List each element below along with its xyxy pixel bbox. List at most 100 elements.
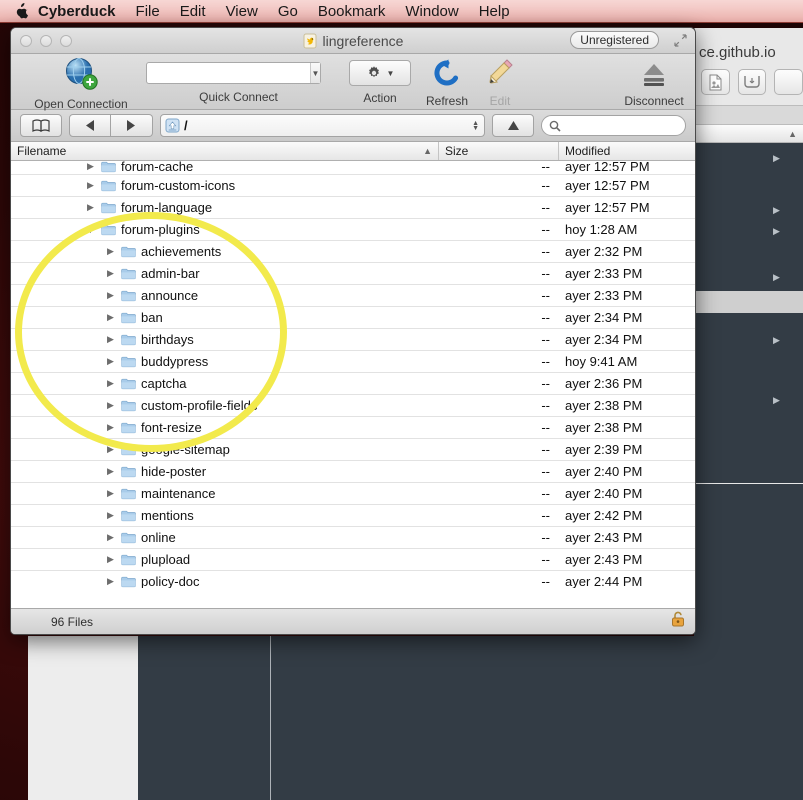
disclosure-triangle-closed-icon[interactable]: ▶ bbox=[105, 422, 116, 433]
file-name-cell[interactable]: ▶ forum-cache bbox=[11, 161, 438, 174]
file-name-cell[interactable]: ▶ buddypress bbox=[11, 354, 438, 369]
file-name-cell[interactable]: ▼ forum-plugins bbox=[11, 222, 438, 237]
disclosure-triangle-closed-icon[interactable]: ▶ bbox=[105, 488, 116, 499]
file-name-cell[interactable]: ▶ captcha bbox=[11, 376, 438, 391]
table-row[interactable]: ▶ google-sitemap -- ayer 2:39 PM bbox=[11, 439, 695, 461]
quick-connect-input[interactable] bbox=[147, 63, 310, 83]
search-input[interactable] bbox=[565, 118, 677, 133]
background-window-column-header[interactable]: ▲ bbox=[695, 125, 803, 143]
macos-menu-bar[interactable]: Cyberduck File Edit View Go Bookmark Win… bbox=[0, 0, 803, 23]
disclosure-triangle-open-icon[interactable]: ▼ bbox=[85, 225, 96, 235]
open-connection-button[interactable]: Open Connection bbox=[29, 57, 133, 111]
extra-toolbar-button[interactable] bbox=[774, 69, 803, 95]
file-name-cell[interactable]: ▶ google-sitemap bbox=[11, 442, 438, 457]
status-badge[interactable]: Unregistered bbox=[570, 31, 659, 49]
file-name-cell[interactable]: ▶ achievements bbox=[11, 244, 438, 259]
file-name-cell[interactable]: ▶ birthdays bbox=[11, 332, 438, 347]
table-row[interactable]: ▶ mentions -- ayer 2:42 PM bbox=[11, 505, 695, 527]
zoom-button[interactable] bbox=[60, 34, 72, 47]
table-row[interactable]: ▶ buddypress -- hoy 9:41 AM bbox=[11, 351, 695, 373]
file-name-cell[interactable]: ▶ forum-language bbox=[11, 200, 438, 215]
disclosure-triangle-closed-icon[interactable]: ▶ bbox=[105, 246, 116, 257]
disclosure-triangle-closed-icon[interactable]: ▶ bbox=[105, 378, 116, 389]
search-field[interactable] bbox=[541, 115, 686, 136]
back-button[interactable] bbox=[69, 114, 111, 137]
column-header-modified[interactable]: Modified bbox=[558, 142, 695, 160]
forward-button[interactable] bbox=[111, 114, 153, 137]
disclosure-triangle-closed-icon[interactable]: ▶ bbox=[105, 356, 116, 367]
close-button[interactable] bbox=[20, 34, 32, 47]
column-header-row[interactable]: Filename ▲ Size Modified bbox=[11, 142, 695, 161]
apple-logo-icon[interactable] bbox=[8, 2, 34, 20]
action-button-control[interactable]: ▼ bbox=[349, 60, 411, 86]
quick-connect-field[interactable]: ▼ bbox=[146, 62, 321, 84]
file-name-cell[interactable]: ▶ admin-bar bbox=[11, 266, 438, 281]
unlocked-padlock-icon[interactable] bbox=[671, 611, 685, 632]
menu-item-view[interactable]: View bbox=[216, 0, 268, 23]
disclosure-triangle-closed-icon[interactable]: ▶ bbox=[105, 334, 116, 345]
background-browser-window[interactable]: ce.github.io ▲ ▶ ▶ ▶ ▶ ▶ ▶ bbox=[694, 28, 803, 484]
table-row[interactable]: ▶ custom-profile-fields -- ayer 2:38 PM bbox=[11, 395, 695, 417]
file-list[interactable]: ▶ forum-cache -- ayer 12:57 PM ▶ forum-custom… bbox=[11, 161, 695, 588]
disclosure-triangle-closed-icon[interactable]: ▶ bbox=[105, 532, 116, 543]
table-row[interactable]: ▶ maintenance -- ayer 2:40 PM bbox=[11, 483, 695, 505]
table-row[interactable]: ▶ birthdays -- ayer 2:34 PM bbox=[11, 329, 695, 351]
history-nav-segmented[interactable] bbox=[69, 114, 153, 137]
file-name-cell[interactable]: ▶ policy-doc bbox=[11, 574, 438, 588]
menu-item-bookmark[interactable]: Bookmark bbox=[308, 0, 396, 23]
dropdown-arrow-icon[interactable]: ▼ bbox=[310, 63, 320, 83]
table-row[interactable]: ▶ font-resize -- ayer 2:38 PM bbox=[11, 417, 695, 439]
file-name-cell[interactable]: ▶ ban bbox=[11, 310, 438, 325]
menu-item-window[interactable]: Window bbox=[395, 0, 468, 23]
menu-item-go[interactable]: Go bbox=[268, 0, 308, 23]
table-row[interactable]: ▶ hide-poster -- ayer 2:40 PM bbox=[11, 461, 695, 483]
action-button[interactable]: ▼ Action bbox=[349, 60, 411, 105]
disclosure-triangle-closed-icon[interactable]: ▶ bbox=[105, 576, 116, 587]
menu-item-help[interactable]: Help bbox=[469, 0, 520, 23]
disclosure-triangle-closed-icon[interactable]: ▶ bbox=[105, 554, 116, 565]
file-name-cell[interactable]: ▶ plupload bbox=[11, 552, 438, 567]
table-row[interactable]: ▶ plupload -- ayer 2:43 PM bbox=[11, 549, 695, 571]
navigation-bar[interactable]: / ▲ ▼ bbox=[11, 110, 695, 142]
edit-button[interactable]: Edit bbox=[479, 58, 521, 108]
minimize-button[interactable] bbox=[40, 34, 52, 47]
disclosure-triangle-closed-icon[interactable]: ▶ bbox=[105, 466, 116, 477]
menu-item-file[interactable]: File bbox=[126, 0, 170, 23]
tray-icon[interactable] bbox=[737, 69, 767, 95]
file-name-cell[interactable]: ▶ online bbox=[11, 530, 438, 545]
path-stepper-icon[interactable]: ▲ ▼ bbox=[472, 120, 479, 132]
table-row[interactable]: ▶ admin-bar -- ayer 2:33 PM bbox=[11, 263, 695, 285]
menu-item-edit[interactable]: Edit bbox=[170, 0, 216, 23]
table-row[interactable]: ▶ captcha -- ayer 2:36 PM bbox=[11, 373, 695, 395]
disclosure-triangle-closed-icon[interactable]: ▶ bbox=[85, 202, 96, 213]
column-header-filename[interactable]: Filename ▲ bbox=[11, 142, 438, 160]
table-row[interactable]: ▶ achievements -- ayer 2:32 PM bbox=[11, 241, 695, 263]
page-icon[interactable] bbox=[701, 69, 730, 95]
table-row[interactable]: ▶ forum-language -- ayer 12:57 PM bbox=[11, 197, 695, 219]
disclosure-triangle-closed-icon[interactable]: ▶ bbox=[105, 290, 116, 301]
main-toolbar[interactable]: Open Connection ▼ Quick Connect ▼ Action bbox=[11, 54, 695, 111]
file-name-cell[interactable]: ▶ custom-profile-fields bbox=[11, 398, 438, 413]
bookmark-toggle-button[interactable] bbox=[20, 114, 62, 137]
table-row[interactable]: ▶ policy-doc -- ayer 2:44 PM bbox=[11, 571, 695, 588]
window-title-bar[interactable]: lingreference Unregistered bbox=[11, 28, 695, 54]
background-window-list[interactable]: ▶ ▶ ▶ ▶ ▶ ▶ bbox=[695, 143, 803, 483]
disclosure-triangle-closed-icon[interactable]: ▶ bbox=[85, 180, 96, 191]
disclosure-triangle-closed-icon[interactable]: ▶ bbox=[105, 312, 116, 323]
fullscreen-icon[interactable] bbox=[674, 34, 687, 50]
quick-connect-group[interactable]: ▼ Quick Connect bbox=[146, 62, 331, 104]
file-name-cell[interactable]: ▶ announce bbox=[11, 288, 438, 303]
disclosure-triangle-closed-icon[interactable]: ▶ bbox=[105, 400, 116, 411]
disclosure-triangle-closed-icon[interactable]: ▶ bbox=[85, 161, 96, 172]
window-controls[interactable] bbox=[11, 34, 72, 47]
cyberduck-window[interactable]: lingreference Unregistered Open Connecti… bbox=[10, 27, 696, 635]
disclosure-triangle-closed-icon[interactable]: ▶ bbox=[105, 444, 116, 455]
table-row[interactable]: ▶ ban -- ayer 2:34 PM bbox=[11, 307, 695, 329]
file-name-cell[interactable]: ▶ maintenance bbox=[11, 486, 438, 501]
background-list-selected-row[interactable] bbox=[695, 291, 803, 313]
parent-folder-button[interactable] bbox=[492, 114, 534, 137]
disclosure-triangle-closed-icon[interactable]: ▶ bbox=[105, 510, 116, 521]
disclosure-triangle-closed-icon[interactable]: ▶ bbox=[105, 268, 116, 279]
file-name-cell[interactable]: ▶ hide-poster bbox=[11, 464, 438, 479]
table-row[interactable]: ▶ forum-cache -- ayer 12:57 PM bbox=[11, 161, 695, 175]
